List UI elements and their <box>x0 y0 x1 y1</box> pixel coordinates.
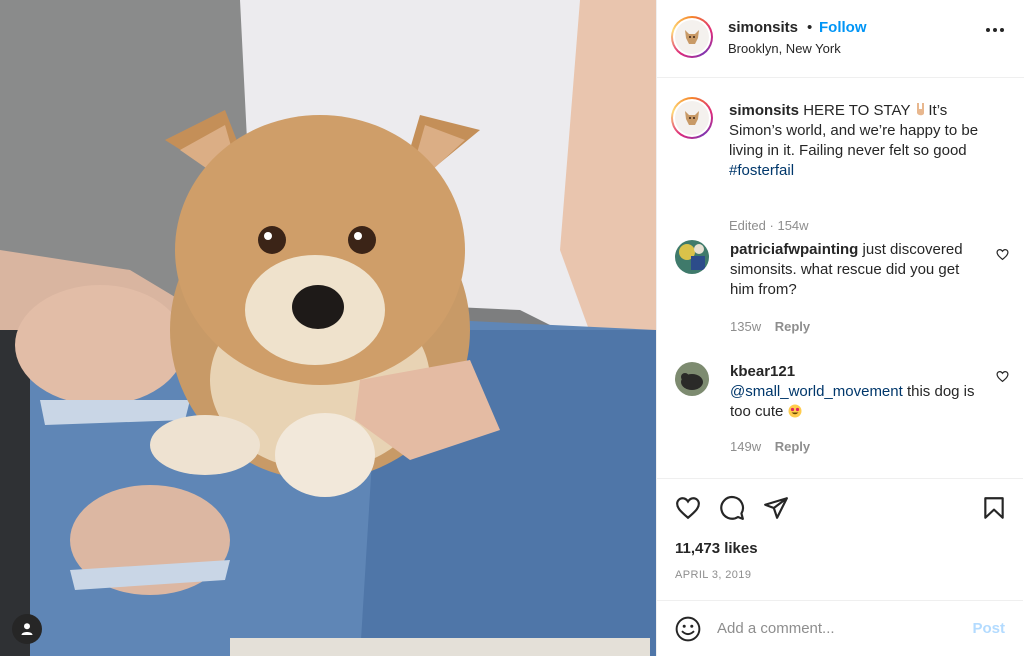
comments-section[interactable]: simonsits HERE TO STAY It’s Simon’s worl… <box>657 77 1023 478</box>
comment-username[interactable]: patriciafwpainting <box>730 241 858 258</box>
post-date[interactable]: APRIL 3, 2019 <box>675 569 751 581</box>
caption-age[interactable]: 154w <box>777 218 808 233</box>
post-actions: 11,473 likes APRIL 3, 2019 <box>657 478 1023 601</box>
dog-avatar-icon <box>685 30 699 44</box>
caption-username[interactable]: simonsits <box>729 102 799 119</box>
post-image <box>0 0 656 656</box>
comment-age[interactable]: 149w <box>730 439 761 454</box>
header-username[interactable]: simonsits <box>728 19 798 36</box>
add-comment-input[interactable] <box>717 615 957 641</box>
mention-link[interactable]: @small_world_movement <box>730 383 903 400</box>
caption-avatar[interactable] <box>671 97 713 139</box>
commenter-avatar[interactable] <box>675 240 709 274</box>
user-tag-icon <box>21 623 33 635</box>
post-header: simonsits • Follow Brooklyn, New York <box>657 0 1024 78</box>
more-icon <box>986 28 990 32</box>
caption-meta: Edited · 154w <box>729 218 809 233</box>
comment-text: kbear121 @small_world_movement this dog … <box>730 362 980 422</box>
reply-button[interactable]: Reply <box>775 439 810 454</box>
avatar[interactable] <box>671 16 713 58</box>
caption-text-part1: HERE TO STAY <box>803 102 911 119</box>
heart-eyes-emoji <box>788 404 802 418</box>
post-photo[interactable] <box>0 0 656 656</box>
hashtag-link[interactable]: #fosterfail <box>729 162 794 179</box>
comment-text: patriciafwpainting just discovered simon… <box>730 240 980 300</box>
likes-count[interactable]: 11,473 likes <box>675 540 758 557</box>
post-side-panel: simonsits • Follow Brooklyn, New York si… <box>656 0 1024 656</box>
header-separator: • <box>807 19 813 36</box>
reply-button[interactable]: Reply <box>775 319 810 334</box>
comment-age[interactable]: 135w <box>730 319 761 334</box>
like-heart-icon[interactable] <box>675 495 701 521</box>
emoji-icon[interactable] <box>675 616 701 642</box>
heart-icon[interactable] <box>996 370 1009 383</box>
meta-dot: · <box>769 218 774 233</box>
comment-username[interactable]: kbear121 <box>730 363 795 380</box>
caption-text: simonsits HERE TO STAY It’s Simon’s worl… <box>729 101 999 181</box>
comment-meta: 135w Reply <box>730 319 810 334</box>
comment-meta: 149w Reply <box>730 439 810 454</box>
bookmark-icon[interactable] <box>981 495 1007 521</box>
share-icon[interactable] <box>763 495 789 521</box>
post-comment-button[interactable]: Post <box>972 620 1005 637</box>
more-options-button[interactable] <box>986 28 1004 32</box>
location-link[interactable]: Brooklyn, New York <box>728 41 841 56</box>
rock-on-hand-emoji <box>917 103 925 116</box>
follow-button[interactable]: Follow <box>819 19 867 36</box>
comment-icon[interactable] <box>719 495 745 521</box>
commenter-avatar[interactable] <box>675 362 709 396</box>
dog-avatar-icon <box>685 111 699 125</box>
comment-composer: Post <box>657 600 1023 657</box>
heart-icon[interactable] <box>996 248 1009 261</box>
user-tag-button[interactable] <box>12 614 42 644</box>
edited-label: Edited <box>729 218 766 233</box>
